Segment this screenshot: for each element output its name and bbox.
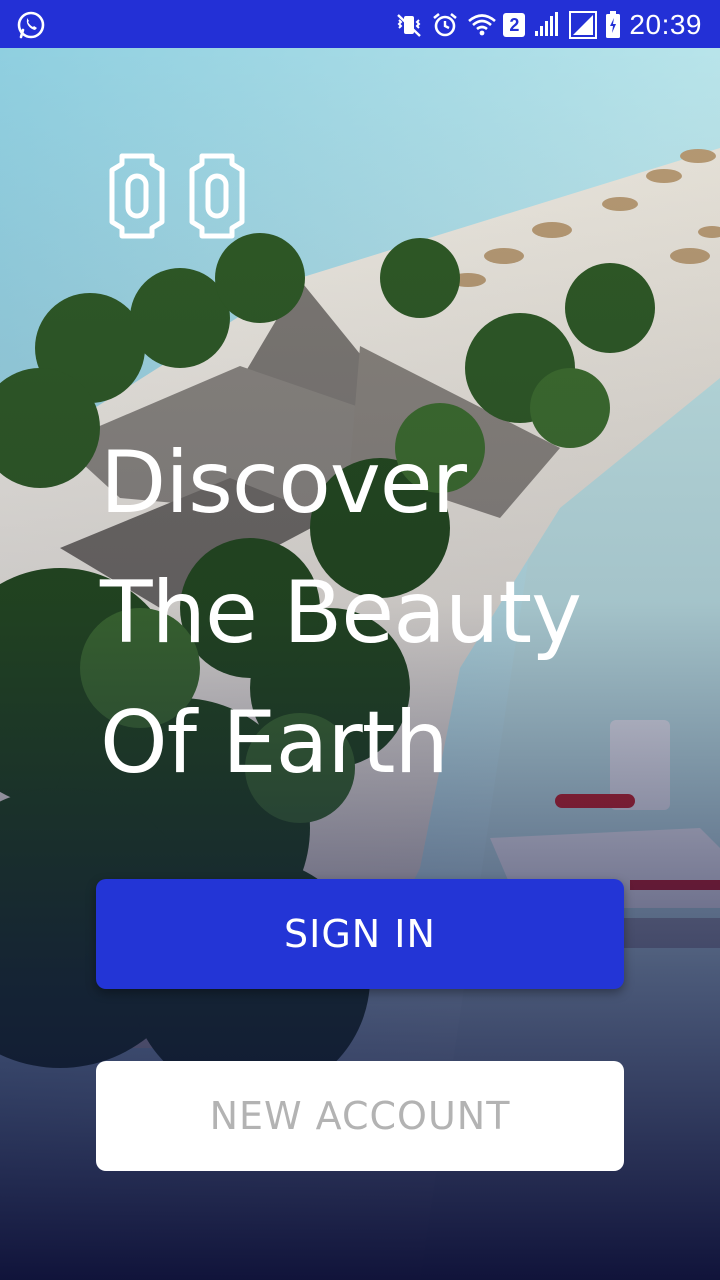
welcome-screen: 2 20:39 Discover The Beauty Of Earth SIG… (0, 0, 720, 1280)
sim-2-badge: 2 (503, 13, 526, 37)
status-bar: 2 20:39 (0, 0, 720, 48)
headline-line-3: Of Earth (100, 693, 449, 793)
signal-strength-sim2-icon (569, 11, 598, 39)
vibrate-mute-icon (395, 11, 423, 39)
double-ticket-logo-icon (104, 150, 254, 242)
battery-charging-icon (605, 11, 621, 39)
sign-in-label: SIGN IN (284, 912, 436, 956)
headline-line-1: Discover (100, 433, 467, 533)
wifi-icon (467, 11, 497, 39)
headline-line-2: The Beauty (100, 563, 582, 663)
headline: Discover The Beauty Of Earth (100, 418, 660, 808)
alarm-icon (431, 11, 459, 39)
new-account-label: NEW ACCOUNT (209, 1094, 511, 1138)
clock-time: 20:39 (629, 9, 702, 40)
new-account-button[interactable]: NEW ACCOUNT (96, 1061, 624, 1171)
signal-strength-icon (533, 11, 561, 39)
whatsapp-icon (16, 10, 46, 40)
sign-in-button[interactable]: SIGN IN (96, 879, 624, 989)
